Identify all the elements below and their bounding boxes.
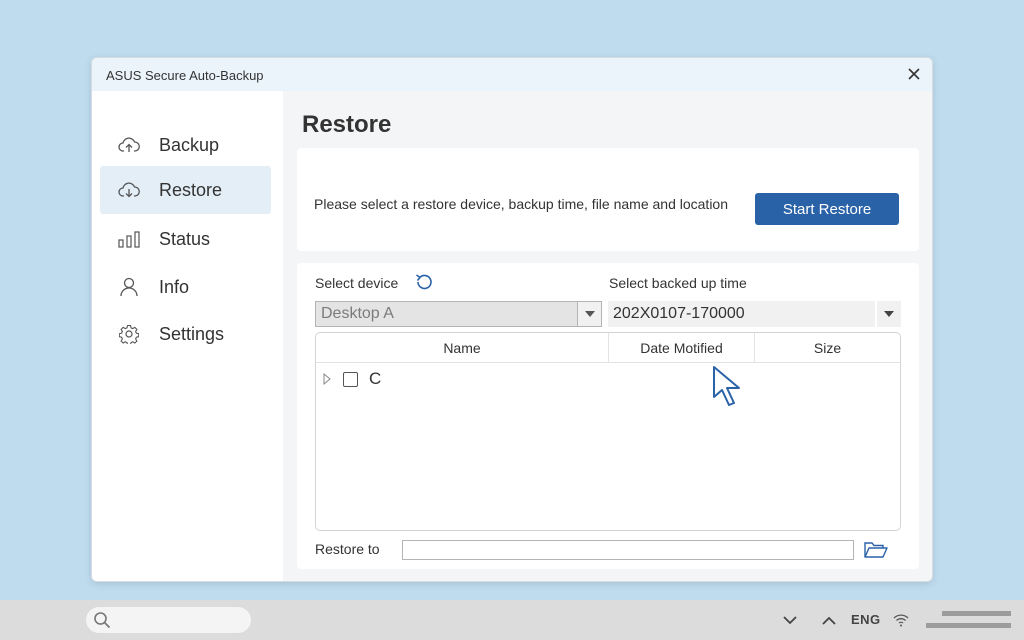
taskbar-search[interactable] [86,607,251,633]
search-icon [94,612,111,629]
wifi-icon[interactable] [892,611,910,629]
restore-to-input[interactable] [402,540,854,560]
table-header: Name Date Motified Size [316,333,900,363]
chevron-up-icon[interactable] [820,611,838,629]
language-indicator[interactable]: ENG [851,612,881,627]
bar-chart-icon [118,228,140,250]
close-button[interactable] [904,64,924,84]
column-header-name[interactable]: Name [316,333,608,363]
instruction-text: Please select a restore device, backup t… [314,196,729,212]
time-select-value: 202X0107-170000 [608,301,875,327]
title-bar: ASUS Secure Auto-Backup [92,58,932,91]
dropdown-arrow-icon [877,301,901,327]
sidebar: Backup Restore Status Info Settings [92,91,283,581]
dropdown-arrow-icon [577,302,601,326]
device-select-value: Desktop A [316,302,577,326]
sidebar-item-label: Backup [159,134,220,155]
sidebar-item-restore[interactable]: Restore [100,166,271,214]
file-table: Name Date Motified Size C [315,332,901,531]
sidebar-item-label: Status [159,228,211,249]
cloud-download-icon [118,179,140,201]
select-device-label: Select device [315,275,399,291]
clock-placeholder[interactable] [926,609,1011,631]
window-title: ASUS Secure Auto-Backup [106,68,264,83]
main-content: Restore Please select a restore device, … [283,91,932,581]
restore-to-label: Restore to [315,541,380,557]
expand-arrow-icon[interactable] [323,373,333,385]
device-select[interactable]: Desktop A [315,301,602,327]
user-icon [118,276,140,298]
sidebar-item-backup[interactable]: Backup [100,121,271,169]
instruction-panel: Please select a restore device, backup t… [297,148,919,251]
sidebar-item-label: Info [159,276,190,297]
chevron-down-icon[interactable] [781,611,799,629]
selection-panel: Select device Select backed up time Desk… [297,263,919,569]
sidebar-item-status[interactable]: Status [100,215,271,263]
refresh-icon[interactable] [413,271,435,293]
sidebar-item-label: Settings [159,323,225,344]
table-row[interactable]: C [316,368,381,390]
mouse-cursor-icon [713,366,740,406]
column-header-size[interactable]: Size [755,333,900,363]
taskbar: ENG [0,600,1024,640]
cloud-upload-icon [118,134,140,156]
row-name: C [369,369,382,388]
close-icon [908,68,920,80]
column-header-date[interactable]: Date Motified [608,333,755,363]
app-window: ASUS Secure Auto-Backup Backup Restore S… [91,57,933,582]
select-time-label: Select backed up time [609,275,747,291]
sidebar-item-label: Restore [159,179,223,200]
gear-icon [118,323,140,345]
start-restore-button[interactable]: Start Restore [755,193,899,225]
row-checkbox[interactable] [343,371,358,387]
sidebar-item-settings[interactable]: Settings [100,310,271,358]
sidebar-item-info[interactable]: Info [100,263,271,311]
page-title: Restore [302,111,392,138]
folder-open-icon[interactable] [863,540,889,560]
backup-time-select[interactable]: 202X0107-170000 [608,301,901,327]
